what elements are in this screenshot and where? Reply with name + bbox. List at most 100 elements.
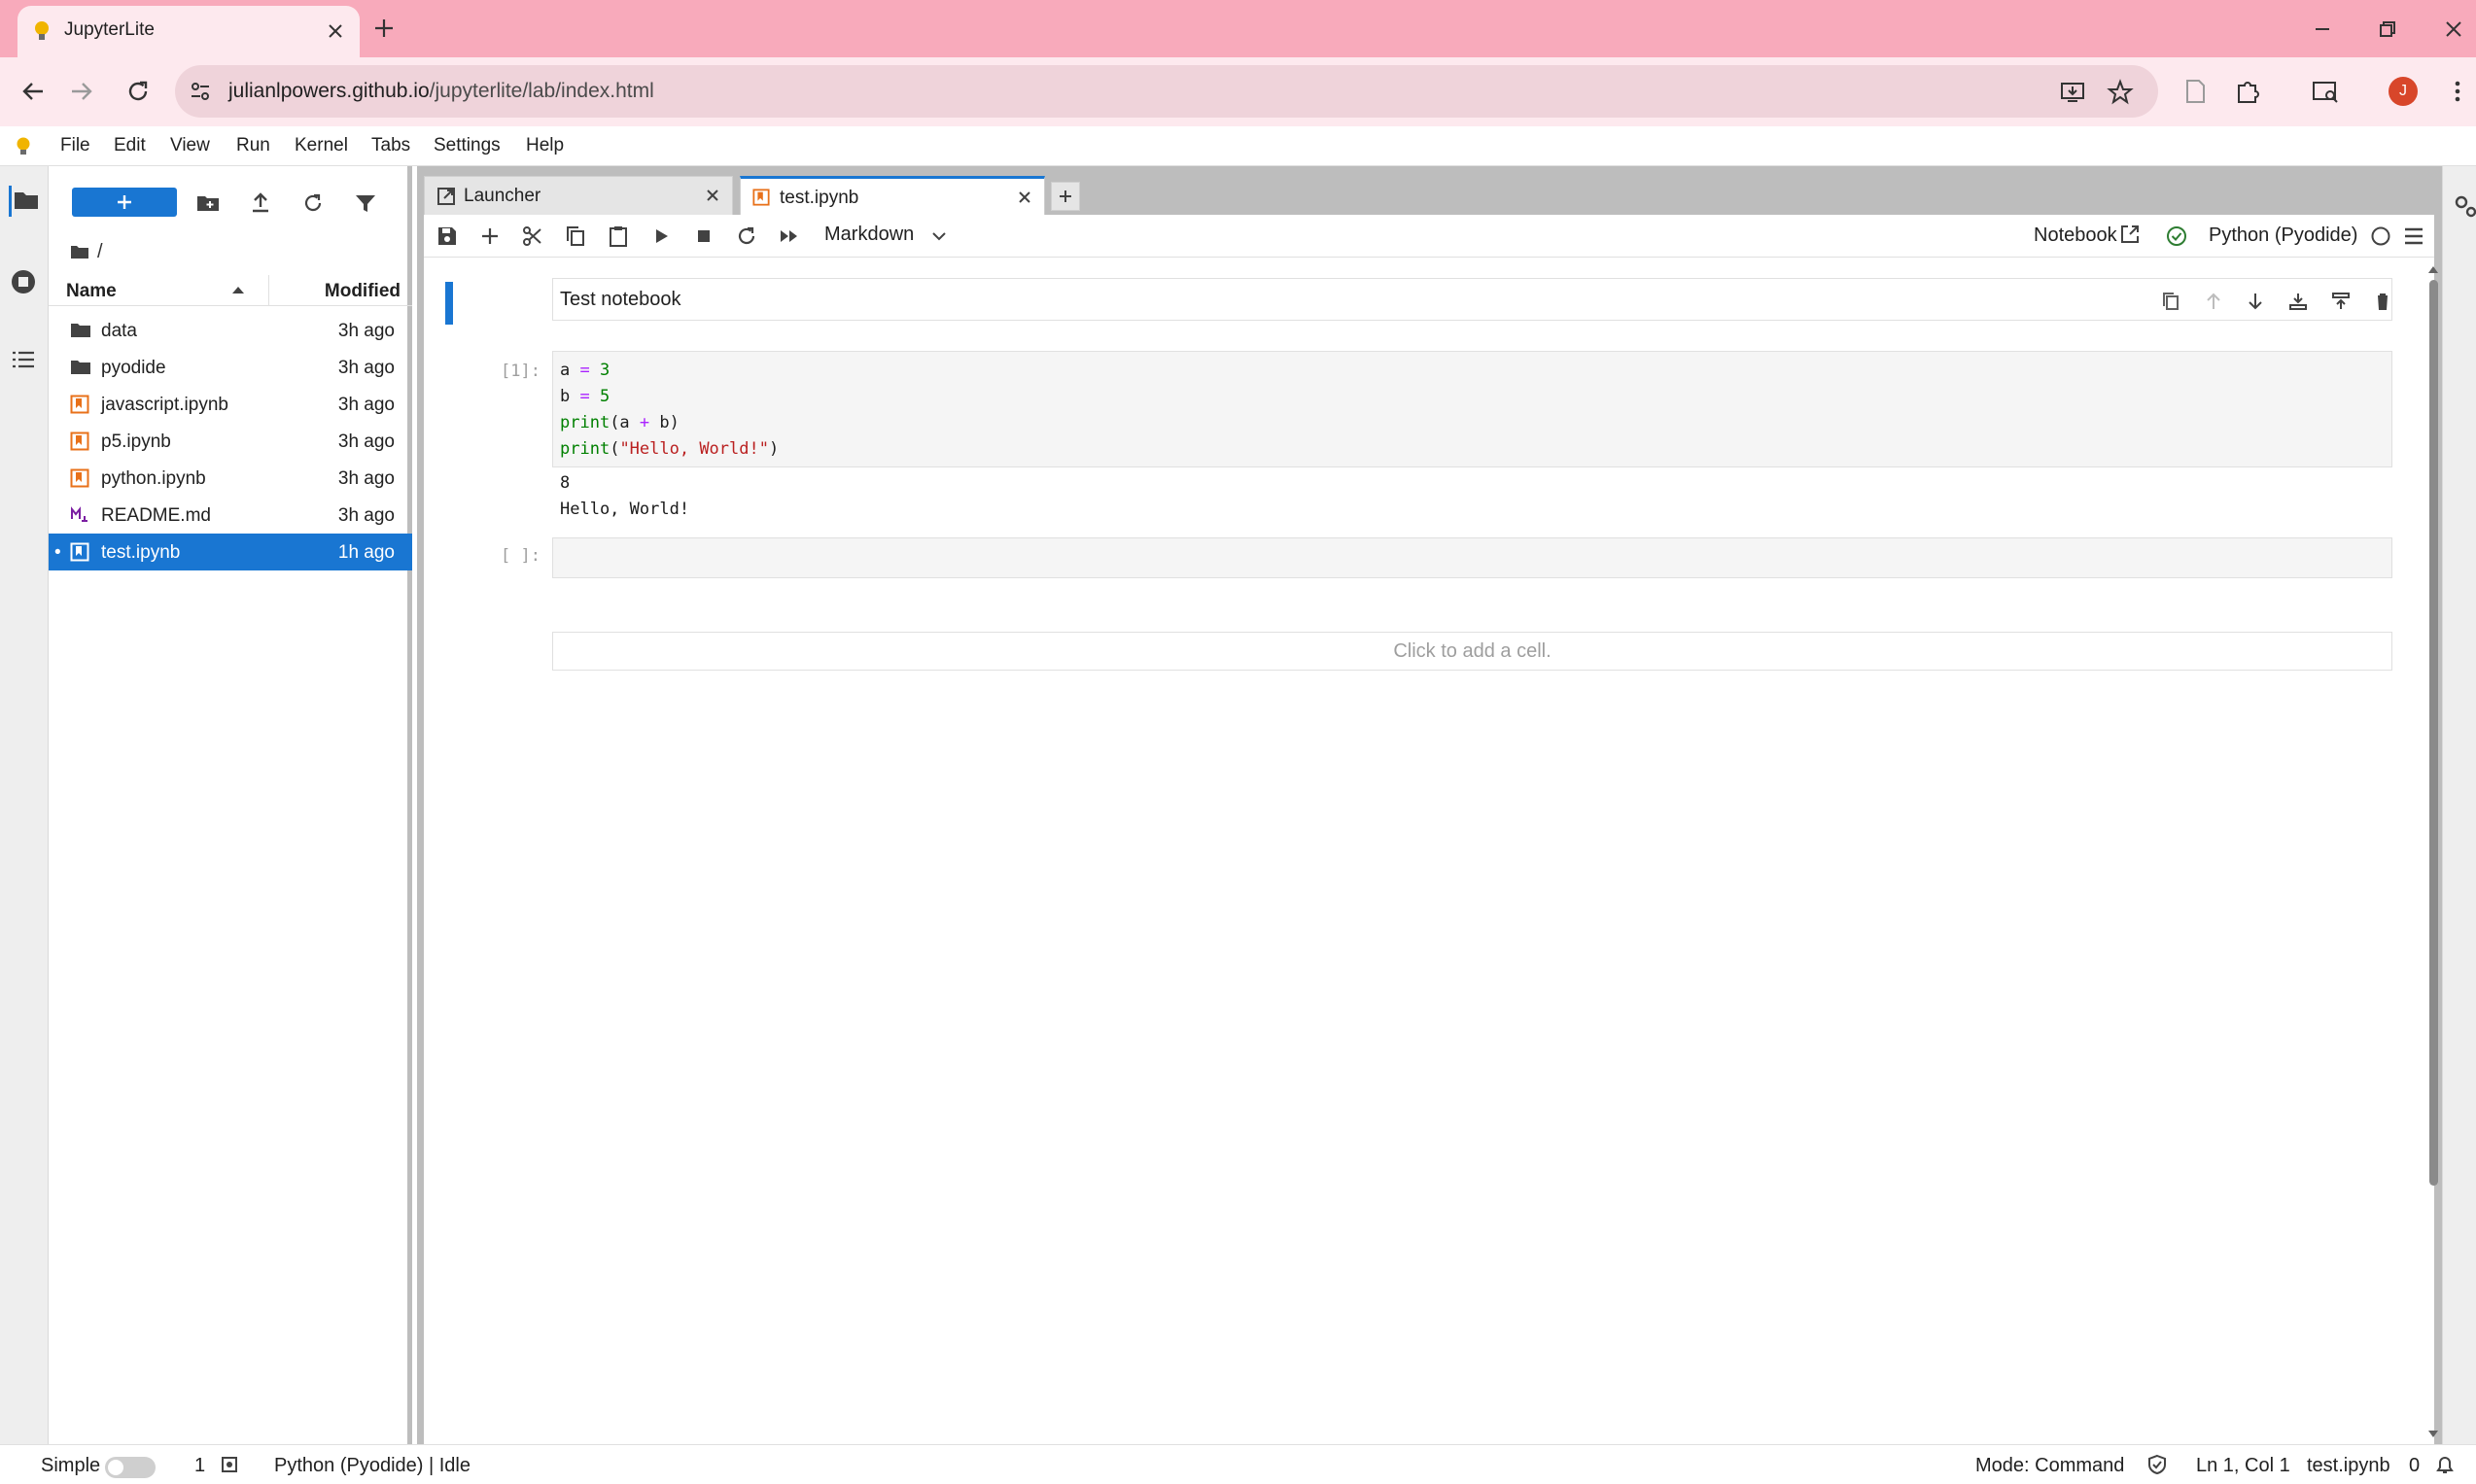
empty-code-cell[interactable] (552, 537, 2392, 578)
file-browser-folder-icon[interactable] (9, 186, 40, 217)
add-cell-button[interactable]: Click to add a cell. (552, 632, 2392, 671)
upload-icon[interactable] (247, 190, 274, 217)
filter-icon[interactable] (352, 190, 379, 217)
move-down-arrow-icon[interactable] (2245, 291, 2266, 312)
menu-edit[interactable]: Edit (114, 135, 146, 156)
copy-icon[interactable] (564, 224, 587, 248)
code-editor[interactable]: a = 3 b = 5 print(a + b) print("Hello, W… (560, 358, 779, 463)
terminal-count[interactable]: 1 (194, 1455, 205, 1477)
menu-view[interactable]: View (170, 135, 210, 156)
simple-mode-toggle[interactable] (105, 1457, 156, 1478)
insert-cell-icon[interactable] (478, 224, 502, 248)
scroll-up-arrow-icon[interactable] (2425, 262, 2441, 276)
security-shield-icon[interactable] (2146, 1454, 2168, 1475)
menu-tabs[interactable]: Tabs (371, 135, 410, 156)
table-of-contents-icon[interactable] (9, 345, 40, 376)
run-cell-icon[interactable] (649, 224, 673, 248)
url-path: /jupyterlite/lab/index.html (429, 80, 654, 102)
file-name: pyodide (101, 358, 166, 378)
cut-icon[interactable] (521, 224, 544, 248)
reading-mode-icon[interactable] (2180, 76, 2211, 107)
tab-search-icon[interactable] (2310, 76, 2341, 107)
file-row-test-ipynb[interactable]: • test.ipynb 1h ago (49, 534, 412, 570)
browser-menu-icon[interactable] (2442, 76, 2473, 107)
restart-kernel-icon[interactable] (735, 224, 758, 248)
paste-icon[interactable] (607, 224, 630, 248)
menu-file[interactable]: File (60, 135, 90, 156)
menu-settings[interactable]: Settings (434, 135, 501, 156)
code-line-2: b = 5 (560, 387, 610, 406)
save-icon[interactable] (436, 224, 459, 248)
running-kernels-icon[interactable] (9, 267, 40, 298)
address-bar[interactable]: julianlpowers.github.io/jupyterlite/lab/… (175, 65, 2158, 118)
vertical-scrollbar[interactable] (2425, 259, 2441, 1444)
delete-cell-icon[interactable] (2372, 291, 2393, 312)
duplicate-cell-icon[interactable] (2160, 291, 2181, 312)
extensions-puzzle-icon[interactable] (2233, 76, 2264, 107)
kernel-idle-circle-icon (2369, 224, 2392, 248)
scrollbar-thumb[interactable] (2429, 280, 2438, 1186)
cell-type-select[interactable]: Markdown (824, 224, 947, 246)
chevron-down-icon (932, 232, 946, 241)
column-name-header[interactable]: Name (66, 281, 117, 302)
open-in-notebook-button[interactable]: Notebook (2034, 224, 2117, 247)
reload-icon[interactable] (121, 74, 156, 109)
menu-help[interactable]: Help (526, 135, 564, 156)
minimize-window-icon[interactable] (2307, 14, 2338, 45)
code-cell[interactable]: a = 3 b = 5 print(a + b) print("Hello, W… (552, 351, 2392, 467)
back-arrow-icon[interactable] (16, 74, 51, 109)
add-tab-button[interactable] (1051, 182, 1080, 211)
bookmark-star-icon[interactable] (2107, 79, 2134, 106)
breadcrumb[interactable]: / (70, 241, 103, 264)
cursor-position[interactable]: Ln 1, Col 1 (2196, 1455, 2290, 1477)
close-tab-icon[interactable] (1015, 188, 1034, 207)
restart-run-all-icon[interactable] (778, 224, 801, 248)
tab-test-ipynb[interactable]: test.ipynb (740, 176, 1045, 215)
kernel-status[interactable]: Python (Pyodide) | Idle (274, 1455, 471, 1477)
install-app-icon[interactable] (2059, 79, 2086, 106)
forward-arrow-icon[interactable] (64, 74, 99, 109)
file-modified: 3h ago (337, 395, 395, 415)
tab-label: test.ipynb (780, 188, 859, 208)
tab-launcher[interactable]: Launcher (424, 176, 733, 215)
refresh-icon[interactable] (299, 190, 327, 217)
interrupt-kernel-icon[interactable] (692, 224, 715, 248)
file-row-p5-ipynb[interactable]: p5.ipynb 3h ago (49, 423, 412, 460)
file-row-pyodide[interactable]: pyodide 3h ago (49, 349, 412, 386)
column-divider[interactable] (268, 275, 269, 306)
notification-bell-icon[interactable] (2433, 1453, 2457, 1476)
profile-avatar[interactable]: J (2389, 77, 2418, 106)
external-link-icon[interactable] (2119, 224, 2143, 247)
kernel-name-button[interactable]: Python (Pyodide) (2209, 224, 2357, 247)
output-line: 8 (560, 473, 571, 493)
trusted-check-icon[interactable] (2165, 224, 2188, 248)
insert-below-icon[interactable] (2330, 291, 2352, 312)
file-browser-panel: / Name Modified data 3h ago pyodide 3h a… (49, 166, 412, 1444)
code-line-4: print("Hello, World!") (560, 439, 780, 459)
menu-hamburger-icon[interactable] (2402, 224, 2425, 248)
scroll-down-arrow-icon[interactable] (2425, 1428, 2441, 1441)
new-folder-icon[interactable] (194, 190, 222, 217)
file-row-python-ipynb[interactable]: python.ipynb 3h ago (49, 460, 412, 497)
markdown-cell[interactable]: Test notebook (552, 278, 2392, 321)
file-row-javascript-ipynb[interactable]: javascript.ipynb 3h ago (49, 386, 412, 423)
browser-tab[interactable]: JupyterLite (17, 6, 360, 57)
restore-window-icon[interactable] (2372, 14, 2403, 45)
close-tab-icon[interactable] (703, 186, 722, 205)
column-modified-header[interactable]: Modified (325, 281, 401, 302)
site-settings-icon[interactable] (189, 80, 212, 103)
new-launcher-button[interactable] (72, 188, 177, 217)
property-inspector-gears-icon[interactable] (2453, 193, 2476, 219)
file-row-readme-md[interactable]: README.md 3h ago (49, 497, 412, 534)
kernel-gear-icon[interactable] (219, 1454, 240, 1475)
close-tab-icon[interactable] (323, 18, 348, 44)
close-window-icon[interactable] (2438, 14, 2469, 45)
insert-above-icon[interactable] (2287, 291, 2309, 312)
menu-run[interactable]: Run (236, 135, 270, 156)
active-cell-collapser[interactable] (445, 282, 453, 325)
new-tab-button[interactable] (369, 14, 399, 43)
move-up-arrow-icon[interactable] (2203, 291, 2224, 312)
file-row-data[interactable]: data 3h ago (49, 312, 412, 349)
menu-kernel[interactable]: Kernel (295, 135, 348, 156)
breadcrumb-folder-icon (71, 246, 88, 259)
